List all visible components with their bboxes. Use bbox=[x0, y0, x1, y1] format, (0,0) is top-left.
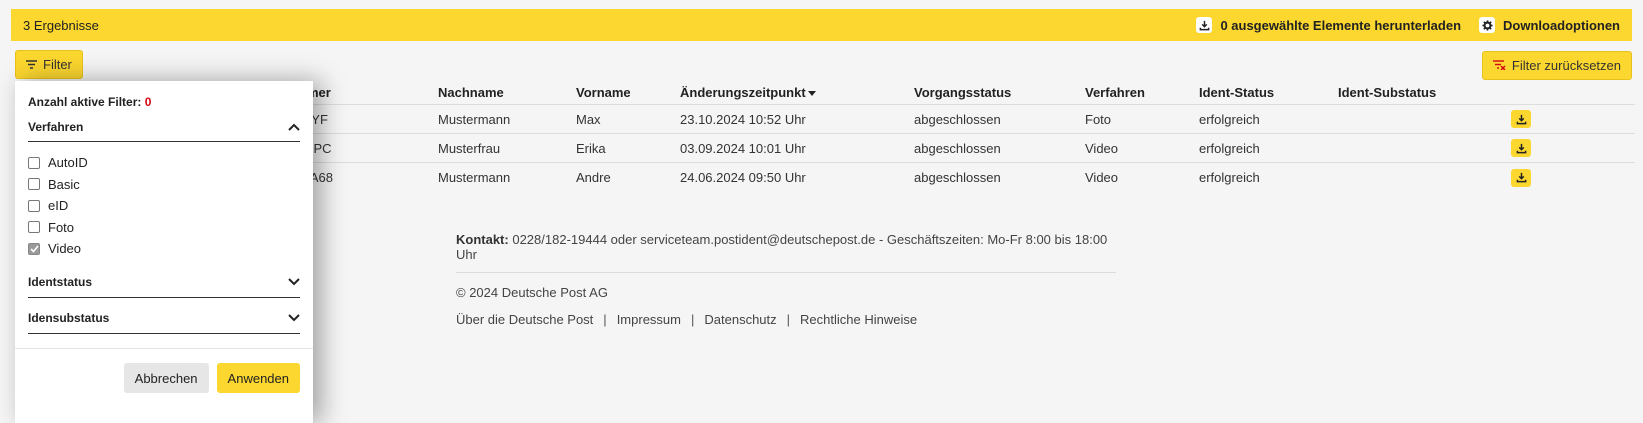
checkbox[interactable] bbox=[28, 199, 40, 212]
apply-button[interactable]: Anwenden bbox=[216, 363, 300, 393]
cell-procedure: Foto bbox=[1085, 111, 1112, 127]
chevron-down-icon bbox=[288, 275, 300, 289]
checkbox[interactable] bbox=[28, 221, 40, 234]
table-row[interactable]: 71PC Musterfrau Erika 03.09.2024 10:01 U… bbox=[290, 134, 1635, 163]
table-header: nmer Nachname Vorname Änderungszeitpunkt… bbox=[290, 80, 1635, 105]
section-verfahren[interactable]: Verfahren bbox=[28, 112, 300, 142]
option-label: Basic bbox=[48, 176, 80, 192]
cell-procedure: Video bbox=[1085, 170, 1119, 185]
topbar-actions: 0 ausgewählte Elemente herunterladen Dow… bbox=[1196, 17, 1620, 33]
option-basic[interactable]: Basic bbox=[28, 174, 300, 196]
filter-panel-footer: Abbrechen Anwenden bbox=[15, 348, 313, 393]
results-count: 3 Ergebnisse bbox=[23, 17, 99, 33]
cell-status: abgeschlossen bbox=[914, 111, 1001, 127]
filter-button[interactable]: Filter bbox=[15, 50, 83, 79]
option-label: eID bbox=[48, 198, 69, 214]
reset-filter-label: Filter zurücksetzen bbox=[1511, 58, 1621, 73]
table-row[interactable]: WYF Mustermann Max 23.10.2024 10:52 Uhr … bbox=[290, 105, 1635, 134]
filter-reset-icon bbox=[1492, 58, 1506, 73]
table-row[interactable]: MA68 Mustermann Andre 24.06.2024 09:50 U… bbox=[290, 163, 1635, 192]
section-title: Verfahren bbox=[28, 119, 84, 134]
download-icon bbox=[1511, 110, 1531, 128]
column-header-ident-status[interactable]: Ident-Status bbox=[1199, 80, 1274, 104]
active-filter-label: Anzahl aktive Filter: bbox=[28, 95, 142, 109]
option-video[interactable]: Video bbox=[28, 238, 300, 260]
row-download-button[interactable] bbox=[1511, 105, 1531, 133]
cell-changed: 23.10.2024 10:52 Uhr bbox=[680, 111, 806, 127]
filter-button-label: Filter bbox=[43, 57, 72, 72]
section-title: Idensubstatus bbox=[28, 311, 110, 325]
cell-changed: 24.06.2024 09:50 Uhr bbox=[680, 170, 806, 185]
option-label: AutoID bbox=[48, 155, 88, 171]
gear-icon bbox=[1479, 17, 1496, 33]
link-separator: | bbox=[786, 312, 791, 327]
cell-lastname: Musterfrau bbox=[438, 140, 501, 156]
option-label: Video bbox=[48, 241, 82, 257]
cell-status: abgeschlossen bbox=[914, 170, 1001, 185]
download-options-button[interactable]: Downloadoptionen bbox=[1479, 17, 1620, 33]
download-icon bbox=[1196, 17, 1213, 33]
column-header-procedure[interactable]: Verfahren bbox=[1085, 80, 1145, 104]
checkbox-checked[interactable] bbox=[28, 242, 40, 255]
section-idensubstatus[interactable]: Idensubstatus bbox=[28, 304, 300, 334]
cell-ident-status: erfolgreich bbox=[1199, 111, 1260, 127]
cell-lastname: Mustermann bbox=[438, 170, 511, 185]
download-icon bbox=[1511, 168, 1531, 187]
link-privacy[interactable]: Datenschutz bbox=[704, 312, 776, 327]
sort-desc-icon bbox=[807, 85, 816, 100]
column-header-status[interactable]: Vorgangsstatus bbox=[914, 80, 1011, 104]
link-separator: | bbox=[690, 312, 695, 327]
section-title: Identstatus bbox=[28, 275, 93, 289]
filter-panel: Anzahl aktive Filter: 0 Verfahren AutoID… bbox=[15, 81, 313, 423]
cell-status: abgeschlossen bbox=[914, 140, 1001, 156]
row-download-button[interactable] bbox=[1511, 163, 1531, 192]
footer-links: Über die Deutsche Post | Impressum | Dat… bbox=[456, 312, 1116, 327]
filter-icon bbox=[26, 57, 37, 72]
cell-ident-status: erfolgreich bbox=[1199, 170, 1260, 185]
cancel-button[interactable]: Abbrechen bbox=[123, 363, 209, 393]
option-autoid[interactable]: AutoID bbox=[28, 152, 300, 174]
link-separator: | bbox=[603, 312, 607, 327]
results-table: nmer Nachname Vorname Änderungszeitpunkt… bbox=[290, 80, 1635, 192]
cell-ident-status: erfolgreich bbox=[1199, 140, 1260, 156]
column-header-firstname[interactable]: Vorname bbox=[576, 80, 631, 104]
option-label: Foto bbox=[48, 219, 75, 235]
cell-procedure: Video bbox=[1085, 140, 1119, 156]
cell-changed: 03.09.2024 10:01 Uhr bbox=[680, 140, 806, 156]
reset-filter-button[interactable]: Filter zurücksetzen bbox=[1481, 51, 1632, 80]
copyright: © 2024 Deutsche Post AG bbox=[456, 285, 608, 300]
download-options-label: Downloadoptionen bbox=[1503, 17, 1620, 33]
contact-info: Kontakt: 0228/182-19444 oder serviceteam… bbox=[456, 232, 1116, 273]
verfahren-options: AutoID Basic eID Foto Video bbox=[28, 142, 300, 262]
section-identstatus[interactable]: Identstatus bbox=[28, 268, 300, 298]
active-filter-count: Anzahl aktive Filter: 0 bbox=[28, 95, 300, 109]
option-foto[interactable]: Foto bbox=[28, 217, 300, 239]
column-header-lastname[interactable]: Nachname bbox=[438, 80, 504, 104]
chevron-up-icon bbox=[288, 120, 300, 134]
download-selected-button[interactable]: 0 ausgewählte Elemente herunterladen bbox=[1196, 17, 1461, 33]
download-icon bbox=[1511, 139, 1531, 157]
link-about[interactable]: Über die Deutsche Post bbox=[456, 312, 593, 327]
column-header-ident-substatus[interactable]: Ident-Substatus bbox=[1338, 80, 1436, 104]
link-imprint[interactable]: Impressum bbox=[617, 312, 681, 327]
column-header-changed[interactable]: Änderungszeitpunkt bbox=[680, 80, 816, 104]
chevron-down-icon bbox=[288, 311, 300, 325]
page-footer: Kontakt: 0228/182-19444 oder serviceteam… bbox=[456, 232, 1116, 327]
active-filter-number: 0 bbox=[144, 95, 152, 109]
row-download-button[interactable] bbox=[1511, 134, 1531, 162]
cell-lastname: Mustermann bbox=[438, 111, 511, 127]
cell-firstname: Erika bbox=[576, 140, 606, 156]
download-selected-label: 0 ausgewählte Elemente herunterladen bbox=[1220, 17, 1462, 33]
contact-label: Kontakt: bbox=[456, 232, 509, 247]
results-bar: 3 Ergebnisse 0 ausgewählte Elemente heru… bbox=[11, 9, 1632, 41]
cell-firstname: Max bbox=[576, 111, 601, 127]
checkbox[interactable] bbox=[28, 156, 40, 169]
contact-text: 0228/182-19444 oder serviceteam.postiden… bbox=[456, 232, 1108, 262]
cell-firstname: Andre bbox=[576, 170, 611, 185]
column-header-changed-label: Änderungszeitpunkt bbox=[680, 84, 806, 100]
option-eid[interactable]: eID bbox=[28, 195, 300, 217]
checkbox[interactable] bbox=[28, 178, 40, 191]
link-legal[interactable]: Rechtliche Hinweise bbox=[800, 312, 917, 327]
